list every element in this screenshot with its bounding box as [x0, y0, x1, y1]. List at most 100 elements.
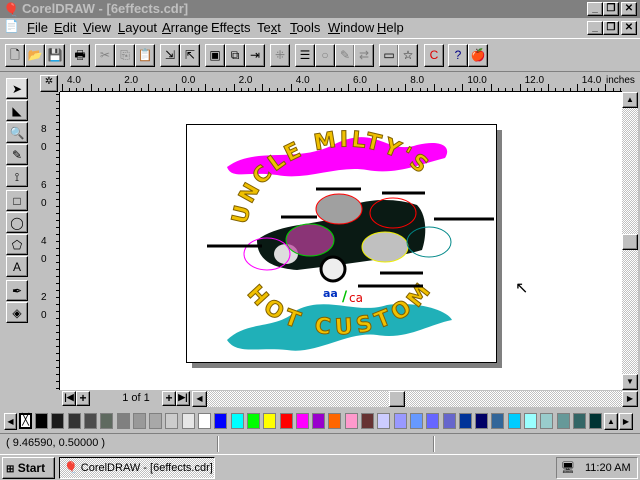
restore-button[interactable]: ❐	[603, 2, 619, 16]
add-page-before-button[interactable]: +	[76, 391, 90, 406]
color-swatch[interactable]	[83, 413, 97, 429]
doc-restore-button[interactable]: ❐	[603, 21, 619, 35]
scroll-down-button[interactable]: ▼	[622, 374, 638, 390]
snap-to-grid-button[interactable]: ⁜	[270, 44, 290, 67]
corel-apps-button[interactable]: C	[424, 44, 444, 67]
wireframe-button[interactable]: ▣	[205, 44, 225, 67]
color-swatch[interactable]	[149, 413, 163, 429]
color-swatch[interactable]	[426, 413, 440, 429]
scroll-right-button[interactable]: ▶	[622, 391, 638, 407]
save-button[interactable]: 💾	[45, 44, 65, 67]
export-button[interactable]: ⇱	[180, 44, 200, 67]
horizontal-scrollbar[interactable]: ◀ ▶	[192, 391, 638, 407]
color-swatch[interactable]	[507, 413, 521, 429]
color-swatch[interactable]	[181, 413, 195, 429]
color-swatch[interactable]	[344, 413, 358, 429]
color-swatch[interactable]	[35, 413, 48, 429]
rectangle-tool[interactable]: □	[6, 190, 28, 211]
display-settings-icon[interactable]: 🖥	[561, 458, 575, 478]
color-swatch[interactable]	[116, 413, 130, 429]
color-swatch[interactable]	[475, 413, 489, 429]
new-button[interactable]: 🗋	[5, 44, 25, 67]
open-button[interactable]: 📂	[25, 44, 45, 67]
color-swatch[interactable]	[458, 413, 472, 429]
color-swatch[interactable]	[230, 413, 244, 429]
dialog-button[interactable]: ▭	[379, 44, 399, 67]
copy-button[interactable]: ⎘	[115, 44, 135, 67]
taskbar-coreldraw-button[interactable]: 🎈 CorelDRAW - [6effects.cdr]	[59, 457, 215, 479]
color-swatch[interactable]	[442, 413, 456, 429]
horizontal-scroll-thumb[interactable]	[389, 391, 405, 407]
ellipse-roll-up-button[interactable]: ○	[315, 44, 335, 67]
start-button[interactable]: ⊞ Start	[2, 457, 55, 479]
menu-effects[interactable]: Effects	[211, 19, 251, 36]
color-swatch[interactable]	[67, 413, 81, 429]
fill-tool[interactable]: ◈	[6, 302, 28, 323]
color-swatch[interactable]	[556, 413, 570, 429]
menu-text[interactable]: Text	[257, 19, 281, 36]
color-swatch[interactable]	[361, 413, 374, 429]
paste-button[interactable]: 📋	[135, 44, 155, 67]
color-swatch[interactable]	[100, 413, 114, 429]
polygon-tool[interactable]: ⬠	[6, 234, 28, 255]
ruler-origin-button[interactable]: ✲	[40, 75, 58, 92]
roll-up-button[interactable]: ☰	[295, 44, 315, 67]
tutor-button[interactable]: 🍎	[468, 44, 488, 67]
last-page-button[interactable]: ▶|	[176, 391, 190, 406]
dimension-tool[interactable]: ⟟	[6, 166, 28, 187]
artwork[interactable]: UNCLE MILTY'S HOT CUSTOM aa / ca	[187, 125, 496, 362]
text-tool[interactable]: A	[6, 256, 28, 277]
close-button[interactable]: ✕	[621, 2, 637, 16]
color-swatch[interactable]	[572, 413, 586, 429]
ruler-label: 4.0	[67, 75, 81, 86]
pen-roll-up-button[interactable]: ✎	[335, 44, 355, 67]
vertical-scrollbar[interactable]: ▲ ▼	[622, 92, 638, 390]
color-swatch[interactable]	[51, 413, 65, 429]
color-swatch[interactable]	[524, 413, 537, 429]
window-title: CorelDRAW - [6effects.cdr]	[22, 1, 189, 16]
drawing-canvas[interactable]: UNCLE MILTY'S HOT CUSTOM aa / ca ↖	[60, 92, 622, 390]
color-swatch[interactable]	[246, 413, 260, 429]
first-page-button[interactable]: |◀	[62, 391, 76, 406]
palette-expand[interactable]: ▲	[604, 413, 618, 430]
minimize-button[interactable]: _	[587, 2, 603, 16]
palette-scroll-left[interactable]: ◀	[4, 413, 17, 430]
outline-tool[interactable]: ✒	[6, 280, 28, 301]
whats-this-button[interactable]: ?	[448, 44, 468, 67]
palette-scroll-right[interactable]: ▶	[619, 413, 633, 430]
color-swatch[interactable]	[409, 413, 423, 429]
scroll-up-button[interactable]: ▲	[622, 92, 638, 108]
full-screen-preview-button[interactable]: ⧉	[225, 44, 245, 67]
no-fill-swatch[interactable]: ╳	[19, 413, 32, 429]
color-swatch[interactable]	[279, 413, 293, 429]
color-swatch[interactable]	[540, 413, 554, 429]
color-swatch[interactable]	[263, 413, 277, 429]
ellipse-tool[interactable]: ◯	[6, 212, 28, 233]
import-button[interactable]: ⇲	[160, 44, 180, 67]
color-swatch[interactable]	[132, 413, 146, 429]
transform-roll-up-button[interactable]: ⇄	[354, 44, 374, 67]
color-swatch[interactable]	[165, 413, 179, 429]
preview-selected-button[interactable]: ⇥	[245, 44, 265, 67]
scroll-left-button[interactable]: ◀	[192, 391, 207, 407]
color-swatch[interactable]	[589, 413, 603, 429]
color-swatch[interactable]	[393, 413, 407, 429]
symbols-button[interactable]: ☆	[398, 44, 418, 67]
add-page-after-button[interactable]: +	[162, 391, 176, 406]
freehand-tool[interactable]: ✎	[6, 144, 28, 165]
color-swatch[interactable]	[214, 413, 228, 429]
pick-tool[interactable]: ➤	[6, 78, 28, 99]
doc-close-button[interactable]: ✕	[621, 21, 637, 35]
color-swatch[interactable]	[295, 413, 309, 429]
color-swatch[interactable]	[328, 413, 342, 429]
cut-button[interactable]: ✂	[95, 44, 115, 67]
shape-tool[interactable]: ◣	[6, 100, 28, 121]
color-swatch[interactable]	[198, 413, 211, 429]
color-swatch[interactable]	[491, 413, 505, 429]
print-button[interactable]: 🖶	[70, 44, 90, 67]
color-swatch[interactable]	[312, 413, 326, 429]
color-swatch[interactable]	[377, 413, 391, 429]
doc-minimize-button[interactable]: _	[587, 21, 603, 35]
vertical-scroll-thumb[interactable]	[622, 234, 638, 250]
zoom-tool[interactable]: 🔍	[6, 122, 28, 143]
